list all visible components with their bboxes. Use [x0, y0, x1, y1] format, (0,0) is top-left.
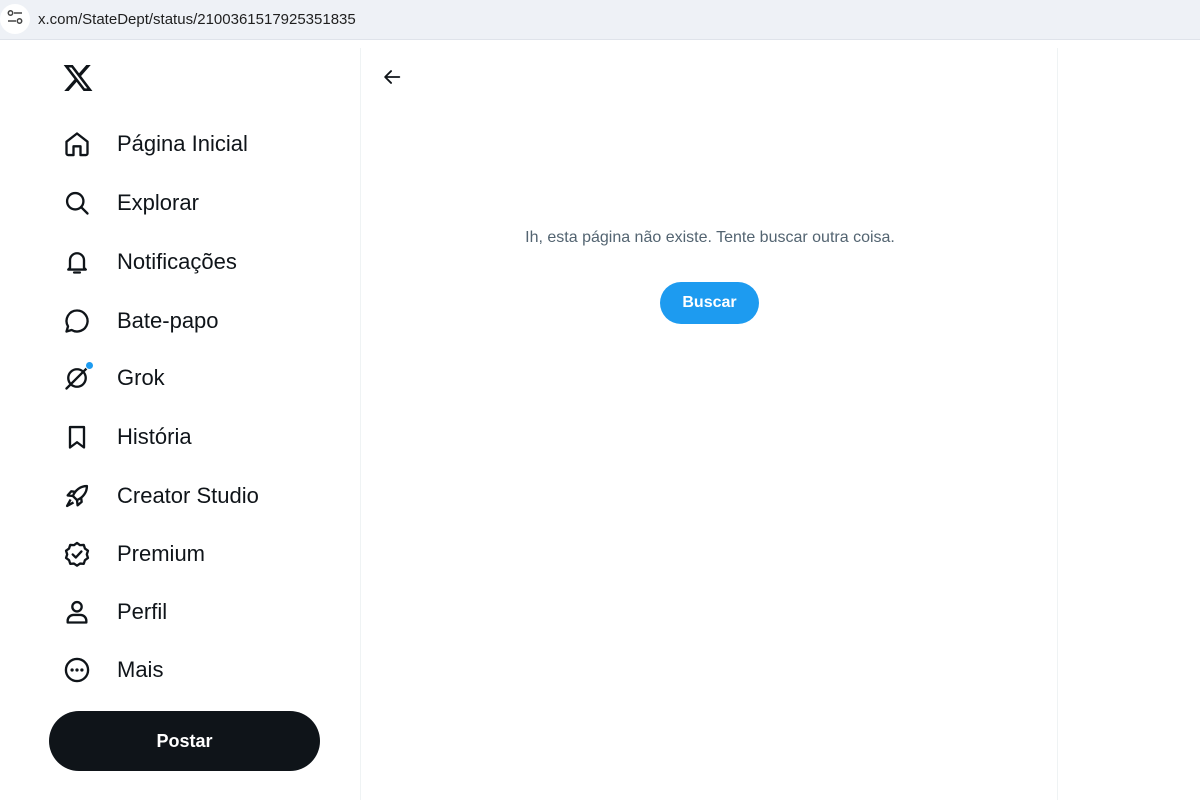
sidebar-item-profile[interactable]: Perfil	[48, 588, 187, 636]
sidebar-item-history[interactable]: História	[48, 413, 212, 461]
home-icon	[62, 129, 92, 159]
verified-badge-icon	[62, 539, 92, 569]
sidebar-item-label: Premium	[117, 541, 206, 566]
sidebar-item-label: Explorar	[117, 190, 199, 215]
sidebar-item-home[interactable]: Página Inicial	[48, 120, 268, 168]
sidebar-item-label: Notificações	[117, 249, 237, 274]
search-button[interactable]: Buscar	[660, 282, 759, 324]
sidebar-item-notifications[interactable]: Notificações	[48, 238, 257, 286]
post-button[interactable]: Postar	[49, 711, 320, 771]
rocket-icon	[62, 481, 92, 511]
sidebar-item-label: Mais	[117, 657, 164, 682]
x-logo-icon[interactable]	[62, 62, 96, 96]
grok-icon	[62, 361, 94, 393]
sidebar-item-chat[interactable]: Bate-papo	[48, 297, 239, 345]
notification-dot	[85, 361, 94, 370]
sidebar-item-label: História	[117, 424, 192, 449]
address-bar: x.com/StateDept/status/21003615179253518…	[0, 0, 1200, 40]
sidebar-item-more[interactable]: Mais	[48, 646, 183, 694]
page-not-found-message: Ih, esta página não existe. Tente buscar…	[525, 229, 895, 246]
main-column: Ih, esta página não existe. Tente buscar…	[360, 48, 1058, 800]
url-text[interactable]: x.com/StateDept/status/21003615179253518…	[38, 11, 356, 28]
sidebar-item-label: Perfil	[117, 599, 168, 624]
site-info-button[interactable]	[0, 4, 30, 34]
search-icon	[62, 188, 92, 218]
chat-bubble-icon	[62, 306, 92, 336]
sidebar-item-grok[interactable]: Grok	[48, 354, 185, 402]
sidebar: Página Inicial Explorar Notificações Bat…	[0, 48, 360, 800]
more-circle-icon	[62, 655, 92, 685]
person-icon	[62, 597, 92, 627]
sidebar-item-label: Creator Studio	[117, 483, 259, 508]
sidebar-item-label: Grok	[117, 365, 165, 390]
sidebar-item-explore[interactable]: Explorar	[48, 179, 219, 227]
sidebar-item-label: Bate-papo	[117, 308, 219, 333]
bell-icon	[62, 247, 92, 277]
sidebar-item-label: Página Inicial	[117, 131, 248, 156]
bookmark-icon	[62, 422, 92, 452]
sidebar-item-creator-studio[interactable]: Creator Studio	[48, 472, 279, 520]
back-button[interactable]	[375, 62, 409, 96]
sidebar-item-premium[interactable]: Premium	[48, 530, 225, 578]
arrow-left-icon	[381, 66, 403, 93]
tune-icon	[6, 8, 24, 31]
